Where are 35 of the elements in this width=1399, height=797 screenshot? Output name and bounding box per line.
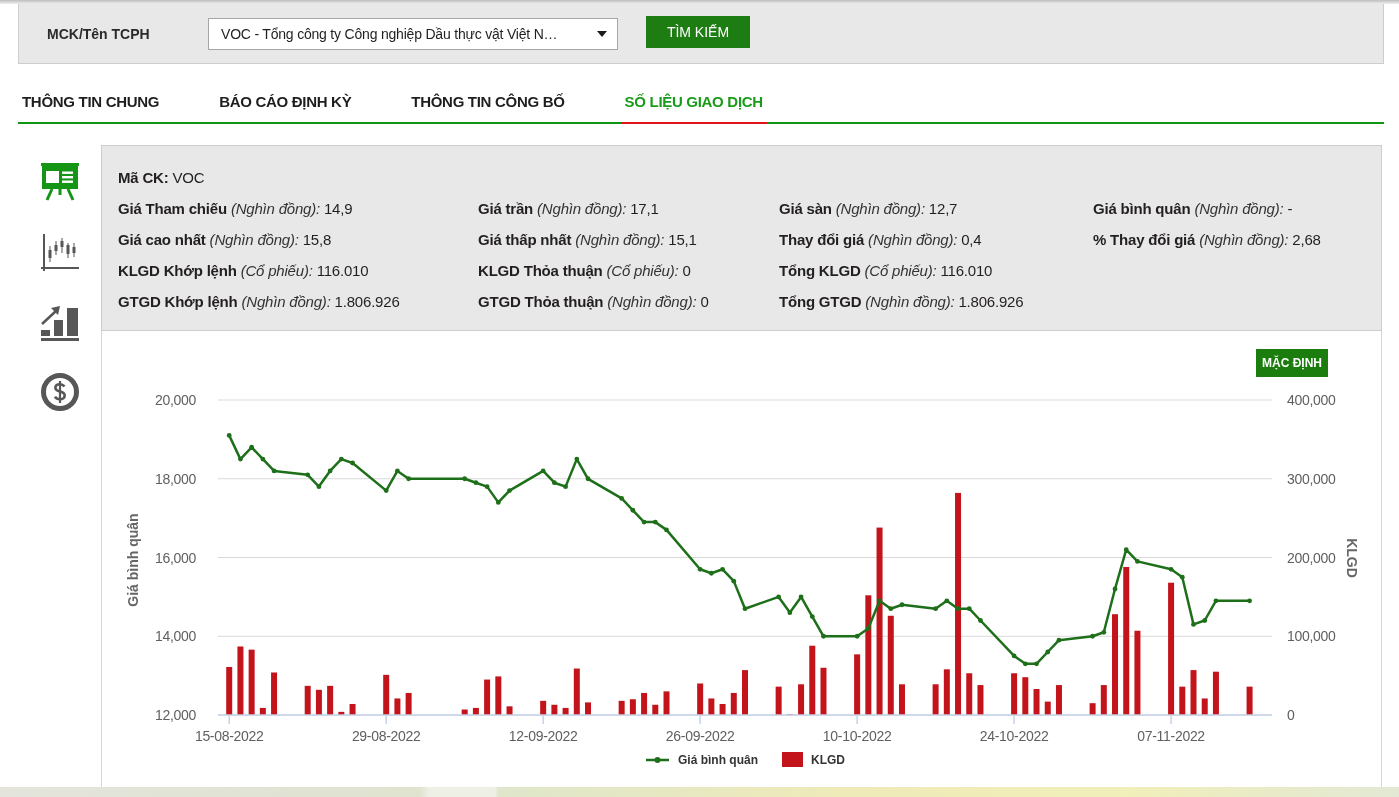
field-label: MCK/Tên TCPH xyxy=(47,25,150,42)
x-axis-label: 26-09-2022 xyxy=(665,728,735,744)
y-axis-label: 18,000 xyxy=(154,470,196,487)
x-axis-label: 12-09-2022 xyxy=(508,728,578,744)
x-axis-label: 29-08-2022 xyxy=(351,728,421,744)
y-axis-label: 300,000 xyxy=(1287,470,1336,487)
info-text: Giá thấp nhất (Nghìn đồng): 15,1 xyxy=(478,231,697,248)
info-text: GTGD Thỏa thuận (Nghìn đồng): 0 xyxy=(478,293,709,310)
y-axis-label: 12,000 xyxy=(154,707,196,723)
info-text: Thay đổi giá (Nghìn đồng): 0,4 xyxy=(779,231,982,248)
info-text: KLGD Thỏa thuận (Cổ phiếu): 0 xyxy=(478,262,691,279)
info-text: GTGD Khớp lệnh (Nghìn đồng): 1.806.926 xyxy=(118,293,400,310)
y-axis-label: 14,000 xyxy=(154,628,196,645)
info-text: Giá bình quân (Nghìn đồng): - xyxy=(1093,200,1293,217)
info-text: Tổng KLGD (Cổ phiếu): 116.010 xyxy=(779,262,993,279)
x-axis-label: 15-08-2022 xyxy=(194,728,264,744)
x-axis-label: 07-11-2022 xyxy=(1137,728,1205,744)
x-axis-label: 10-10-2022 xyxy=(822,728,892,744)
info-text: KLGD Khớp lệnh (Cổ phiếu): 116.010 xyxy=(118,262,369,279)
info-text: Giá cao nhất (Nghìn đồng): 15,8 xyxy=(118,231,332,248)
y-axis-label: 200,000 xyxy=(1287,549,1336,566)
info-text: % Thay đổi giá (Nghìn đồng): 2,68 xyxy=(1093,231,1321,248)
info-text: Giá Tham chiếu (Nghìn đồng): 14,9 xyxy=(118,200,353,217)
info-text: Giá trần (Nghìn đồng): 17,1 xyxy=(478,200,659,217)
info-text: Giá sàn (Nghìn đồng): 12,7 xyxy=(779,200,958,217)
y-axis-label: 100,000 xyxy=(1287,628,1336,645)
y-axis-label: 0 xyxy=(1287,707,1295,723)
y-axis-label: 16,000 xyxy=(154,549,196,566)
y-axis-title: Giá bình quân xyxy=(124,513,141,607)
y-axis-label: 400,000 xyxy=(1287,392,1336,408)
y-axis-title: KLGD xyxy=(1344,538,1361,578)
info-text: Tổng GTGD (Nghìn đồng): 1.806.926 xyxy=(779,293,1024,310)
x-axis-label: 24-10-2022 xyxy=(979,728,1049,744)
y-axis-label: 20,000 xyxy=(154,392,196,408)
info-text: Mã CK: VOC xyxy=(118,169,205,186)
